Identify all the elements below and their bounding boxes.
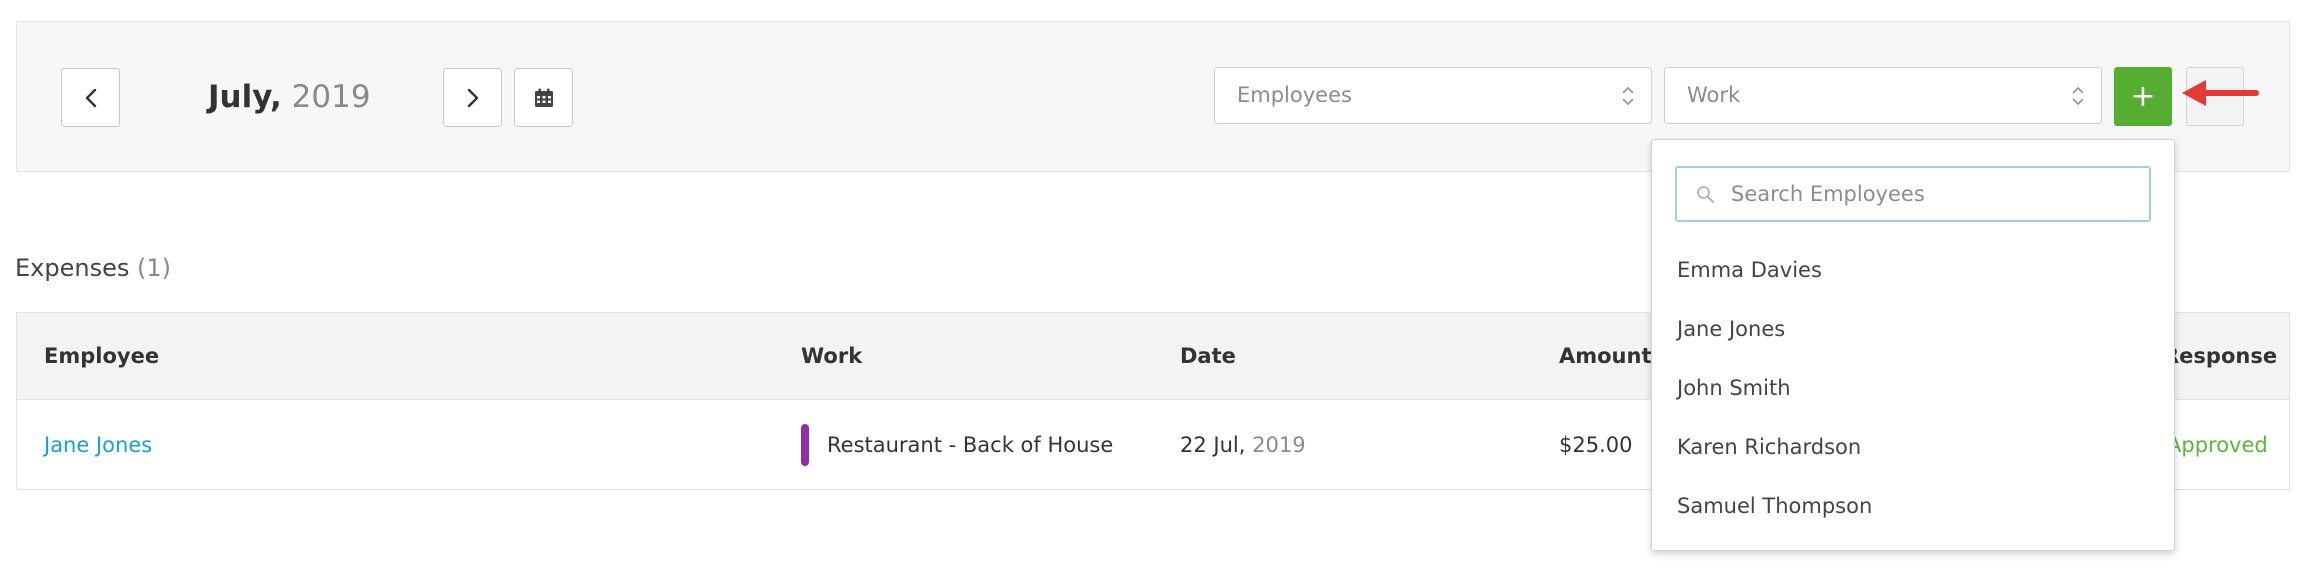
up-down-arrows-icon xyxy=(1622,86,1634,106)
next-month-button[interactable] xyxy=(443,68,502,127)
column-header-work[interactable]: Work xyxy=(801,313,862,400)
previous-month-button[interactable] xyxy=(61,68,120,127)
chevron-left-icon xyxy=(85,88,96,107)
expenses-heading: Expenses (1) xyxy=(15,252,171,284)
chevron-right-icon xyxy=(467,88,478,107)
search-box xyxy=(1675,166,2151,222)
work-select[interactable]: Work xyxy=(1664,67,2102,124)
employee-option[interactable]: Jane Jones xyxy=(1677,309,1785,349)
month-label: July, xyxy=(208,79,282,115)
add-button[interactable]: + xyxy=(2114,67,2172,126)
calendar-icon xyxy=(534,88,553,107)
calendar-button[interactable] xyxy=(514,68,573,127)
up-down-arrows-icon xyxy=(2072,86,2084,106)
employees-select-label: Employees xyxy=(1237,83,1352,107)
search-employees-input[interactable] xyxy=(1729,168,2139,220)
employee-option[interactable]: Emma Davies xyxy=(1677,250,1822,290)
employees-select[interactable]: Employees xyxy=(1214,67,1652,124)
employee-option[interactable]: Karen Richardson xyxy=(1677,427,1861,467)
red-arrow-icon xyxy=(2182,80,2259,106)
year-label: 2019 xyxy=(291,79,371,115)
search-icon xyxy=(1697,186,1714,203)
column-header-response[interactable]: Response xyxy=(2163,313,2277,400)
employee-option[interactable]: Samuel Thompson xyxy=(1677,486,1872,526)
work-name: Restaurant - Back of House xyxy=(827,433,1114,457)
column-header-employee[interactable]: Employee xyxy=(44,313,159,400)
work-select-label: Work xyxy=(1687,83,1741,107)
employee-link[interactable]: Jane Jones xyxy=(44,400,152,490)
employee-option[interactable]: John Smith xyxy=(1677,368,1791,408)
date-day: 22 Jul, xyxy=(1180,433,1246,457)
column-header-date[interactable]: Date xyxy=(1180,313,1236,400)
expenses-count: (1) xyxy=(137,254,171,282)
expense-date: 22 Jul, 2019 xyxy=(1180,400,1306,490)
column-header-amount[interactable]: Amount xyxy=(1559,313,1652,400)
expenses-title: Expenses xyxy=(15,254,130,282)
employees-dropdown: Emma Davies Jane Jones John Smith Karen … xyxy=(1651,139,2175,551)
month-title: July, 2019 xyxy=(208,75,371,119)
response-status: Approved xyxy=(2167,433,2268,457)
work-color-marker xyxy=(801,424,809,466)
date-year: 2019 xyxy=(1252,433,1306,457)
expense-amount: $25.00 xyxy=(1559,433,1633,457)
